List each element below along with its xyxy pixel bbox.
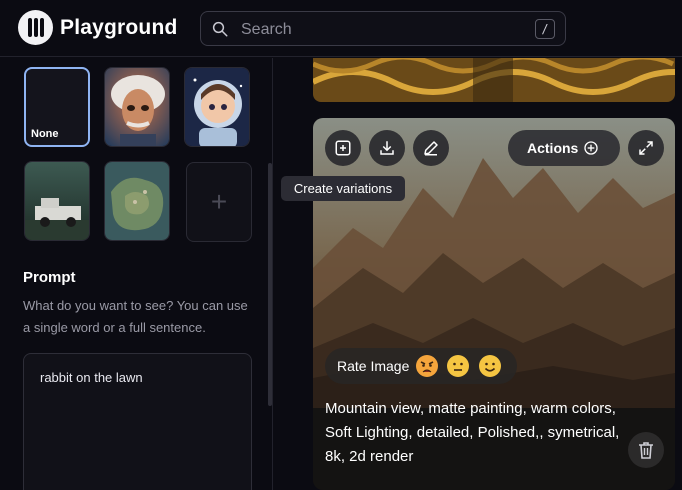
expand-icon — [639, 141, 653, 155]
search-bar[interactable]: Search / — [200, 11, 566, 46]
top-bar: Playground Search / — [0, 0, 682, 57]
filter-tile-einstein[interactable] — [104, 67, 170, 147]
image-caption: Mountain view, matte painting, warm colo… — [325, 400, 620, 465]
plus-circle-icon — [584, 141, 598, 155]
edit-button[interactable] — [413, 130, 449, 166]
main-panel: Actions Rate Image Mountain view, matte … — [274, 58, 682, 490]
filter-tile-truck[interactable] — [24, 161, 90, 241]
astronaut-girl-image — [185, 68, 249, 146]
neutral-face-icon[interactable] — [446, 354, 470, 378]
filter-tile-island[interactable] — [104, 161, 170, 241]
search-input[interactable]: Search — [241, 21, 292, 39]
prompt-value: rabbit on the lawn — [40, 370, 143, 385]
sidebar: None + Prompt What do you want to see? Y… — [0, 58, 273, 490]
pickup-truck-image — [25, 162, 89, 240]
delete-button[interactable] — [628, 432, 664, 468]
prompt-help-text: What do you want to see? You can use a s… — [23, 298, 248, 335]
create-variations-button[interactable] — [325, 130, 361, 166]
edit-icon — [424, 141, 438, 156]
add-square-icon — [335, 140, 351, 156]
actions-label: Actions — [527, 140, 579, 156]
search-shortcut: / — [535, 19, 555, 39]
actions-button[interactable]: Actions — [508, 130, 620, 166]
brand-name[interactable]: Playground — [60, 16, 178, 40]
ornate-gold-image — [313, 58, 675, 102]
einstein-portrait-image — [105, 68, 169, 146]
island-map-image — [105, 162, 169, 240]
filter-tile-astronaut[interactable] — [184, 67, 250, 147]
prompt-title: Prompt — [23, 269, 76, 286]
sidebar-scrollbar[interactable] — [268, 163, 272, 406]
smile-face-icon[interactable] — [478, 354, 502, 378]
rate-image-label: Rate Image — [337, 358, 410, 374]
filter-tile-label: None — [31, 128, 59, 140]
logo-icon[interactable] — [18, 10, 53, 45]
plus-icon: + — [210, 186, 228, 217]
previous-image[interactable] — [313, 58, 675, 102]
download-button[interactable] — [369, 130, 405, 166]
angry-face-icon[interactable] — [415, 354, 439, 378]
add-filter-button[interactable]: + — [186, 162, 252, 242]
create-variations-tooltip: Create variations — [281, 176, 405, 201]
download-icon — [380, 141, 394, 155]
filter-tile-none[interactable]: None — [24, 67, 90, 147]
prompt-textarea[interactable]: rabbit on the lawn — [23, 353, 252, 490]
image-card: Actions Rate Image Mountain view, matte … — [313, 118, 675, 490]
search-icon — [212, 21, 228, 37]
expand-button[interactable] — [628, 130, 664, 166]
trash-icon — [639, 442, 653, 459]
rate-image-bar: Rate Image — [325, 348, 517, 384]
